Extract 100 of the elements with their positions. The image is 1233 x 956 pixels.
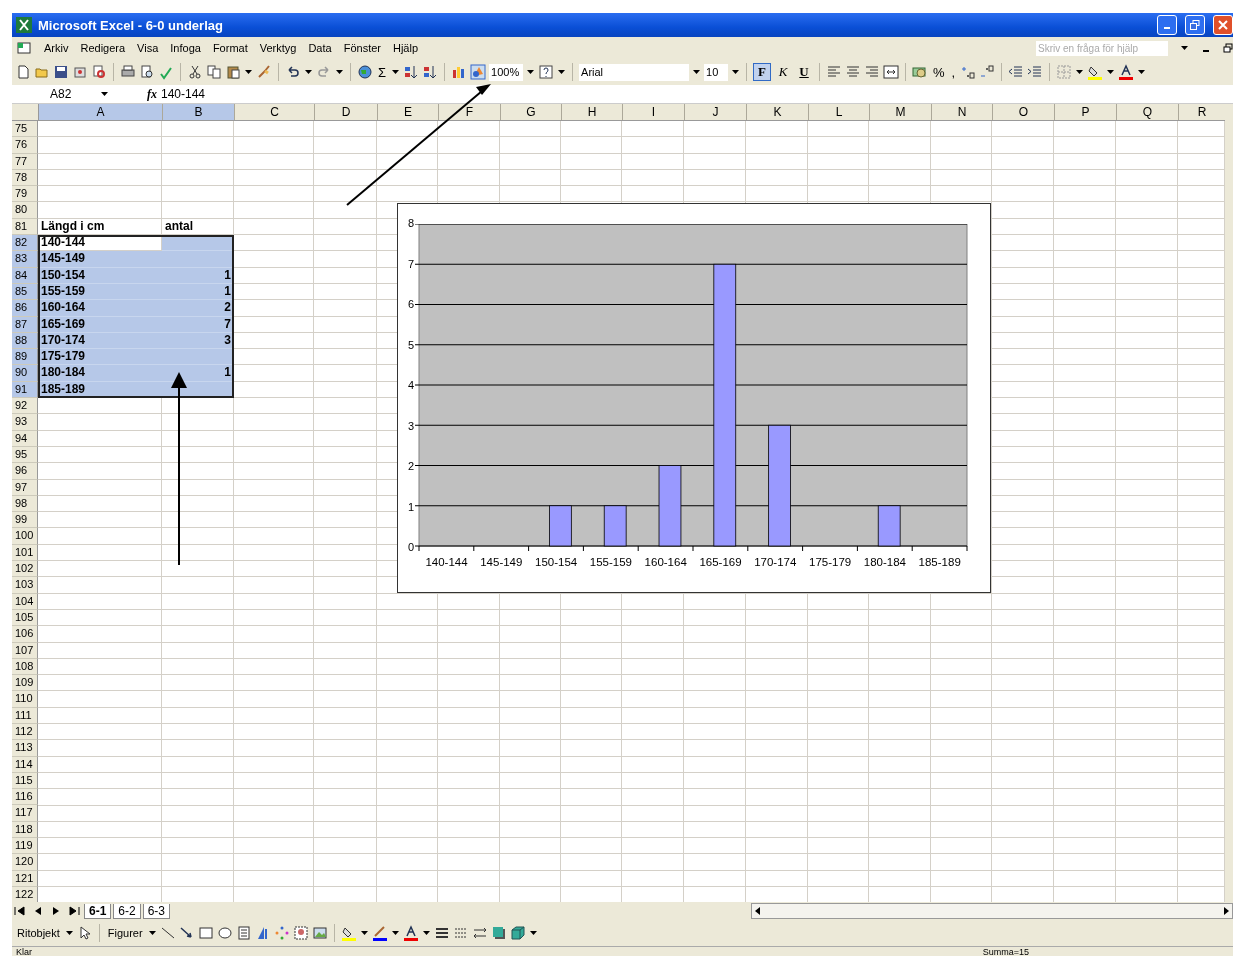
row-header[interactable]: 120 — [12, 854, 38, 871]
diagram-icon[interactable] — [273, 925, 290, 941]
column-header[interactable]: M — [870, 104, 932, 120]
font-size-dropdown[interactable]: 10 — [704, 63, 729, 81]
zoom-dropdown[interactable]: 100% — [489, 63, 524, 81]
row-header[interactable]: 106 — [12, 626, 38, 643]
row-header[interactable]: 76 — [12, 137, 38, 154]
caret-icon[interactable] — [732, 70, 740, 74]
column-header[interactable]: I — [623, 104, 685, 120]
horizontal-scrollbar[interactable] — [751, 903, 1233, 919]
column-header[interactable]: P — [1055, 104, 1117, 120]
row-header[interactable]: 100 — [12, 528, 38, 545]
column-header[interactable]: H — [562, 104, 623, 120]
increase-decimal-icon[interactable] — [960, 64, 977, 80]
line-icon[interactable] — [159, 925, 176, 941]
indent-icon[interactable] — [1027, 64, 1044, 80]
font-color-icon[interactable] — [402, 925, 419, 941]
first-sheet-icon[interactable] — [12, 903, 28, 919]
shadow-icon[interactable] — [490, 925, 507, 941]
menu-item[interactable]: Hjälp — [392, 42, 419, 54]
search-file-icon[interactable] — [91, 64, 107, 80]
column-header[interactable]: N — [932, 104, 993, 120]
last-sheet-icon[interactable] — [66, 903, 82, 919]
row-header[interactable]: 99 — [12, 512, 38, 529]
row-header[interactable]: 103 — [12, 577, 38, 594]
row-header[interactable]: 75 — [12, 121, 38, 138]
sheet-tab[interactable]: 6-3 — [142, 903, 171, 919]
menu-item[interactable]: Format — [212, 42, 248, 54]
row-header[interactable]: 89 — [12, 349, 38, 366]
menu-item[interactable]: Data — [308, 42, 332, 54]
currency-icon[interactable] — [912, 64, 929, 80]
name-box[interactable]: A82 — [12, 87, 96, 101]
sheet-tab[interactable]: 6-1 — [84, 903, 112, 919]
caret-icon[interactable] — [101, 92, 108, 96]
print-preview-icon[interactable] — [139, 64, 155, 80]
row-header[interactable]: 113 — [12, 740, 38, 757]
row-header[interactable]: 83 — [12, 251, 38, 268]
comma-button[interactable]: , — [949, 64, 958, 80]
column-header[interactable]: D — [315, 104, 378, 120]
column-header[interactable]: F — [439, 104, 501, 120]
column-header[interactable]: G — [501, 104, 562, 120]
column-header[interactable]: Q — [1117, 104, 1179, 120]
text-box-icon[interactable] — [235, 925, 252, 941]
image-icon[interactable] — [311, 925, 328, 941]
caret-icon[interactable] — [336, 70, 343, 74]
row-header[interactable]: 92 — [12, 398, 38, 415]
restore-button[interactable] — [1185, 15, 1205, 35]
caret-icon[interactable] — [391, 931, 399, 935]
autoshapes-menu[interactable]: Figurer — [105, 927, 145, 939]
caret-icon[interactable] — [558, 70, 566, 74]
caret-icon[interactable] — [1138, 70, 1146, 74]
caret-icon[interactable] — [305, 70, 312, 74]
scissors-icon[interactable] — [187, 64, 203, 80]
caret-icon[interactable] — [1181, 46, 1188, 50]
minimize-button[interactable] — [1157, 15, 1177, 35]
underline-button[interactable]: U — [795, 63, 814, 81]
copy-icon[interactable] — [206, 64, 222, 80]
caret-icon[interactable] — [392, 70, 400, 74]
row-header[interactable]: 86 — [12, 300, 38, 317]
merge-center-icon[interactable] — [883, 64, 900, 80]
clip-art-icon[interactable] — [292, 925, 309, 941]
decrease-decimal-icon[interactable] — [979, 64, 996, 80]
new-file-icon[interactable] — [15, 64, 31, 80]
undo-icon[interactable] — [285, 64, 301, 80]
globe-icon[interactable] — [357, 64, 373, 80]
arrow-icon[interactable] — [178, 925, 195, 941]
menu-item[interactable]: Visa — [137, 42, 159, 54]
font-dropdown[interactable]: Arial — [579, 63, 690, 81]
menu-item[interactable]: Arkiv — [44, 42, 69, 54]
formula-field[interactable]: 140-144 — [161, 87, 206, 101]
caret-icon[interactable] — [148, 931, 156, 935]
caret-icon[interactable] — [65, 931, 73, 935]
caret-icon[interactable] — [529, 931, 537, 935]
vertical-scrollbar[interactable] — [1225, 104, 1233, 902]
line-style-icon[interactable] — [433, 925, 450, 941]
restore-icon[interactable] — [1223, 43, 1233, 53]
3d-box-icon[interactable] — [509, 925, 526, 941]
column-header[interactable]: B — [163, 104, 235, 120]
autosum-button[interactable]: Σ — [376, 64, 389, 80]
caret-icon[interactable] — [693, 70, 701, 74]
sort-descending-icon[interactable] — [422, 64, 439, 80]
caret-icon[interactable] — [245, 70, 252, 74]
bold-button[interactable]: F — [753, 63, 772, 81]
brush-icon[interactable] — [256, 64, 272, 80]
row-header[interactable]: 102 — [12, 561, 38, 578]
column-header[interactable]: L — [809, 104, 870, 120]
fill-color-icon[interactable] — [1087, 64, 1104, 80]
help-search-field[interactable]: Skriv en fråga för hjälp — [1036, 40, 1168, 56]
row-header[interactable]: 117 — [12, 805, 38, 822]
column-header[interactable]: C — [235, 104, 315, 120]
caret-icon[interactable] — [527, 70, 535, 74]
percent-button[interactable]: % — [931, 64, 947, 80]
outdent-icon[interactable] — [1008, 64, 1025, 80]
line-color-icon[interactable] — [371, 925, 388, 941]
row-header[interactable]: 80 — [12, 202, 38, 219]
row-header[interactable]: 93 — [12, 414, 38, 431]
row-header[interactable]: 79 — [12, 186, 38, 203]
row-header[interactable]: 90 — [12, 365, 38, 382]
ellipse-icon[interactable] — [216, 925, 233, 941]
save-icon[interactable] — [53, 64, 69, 80]
